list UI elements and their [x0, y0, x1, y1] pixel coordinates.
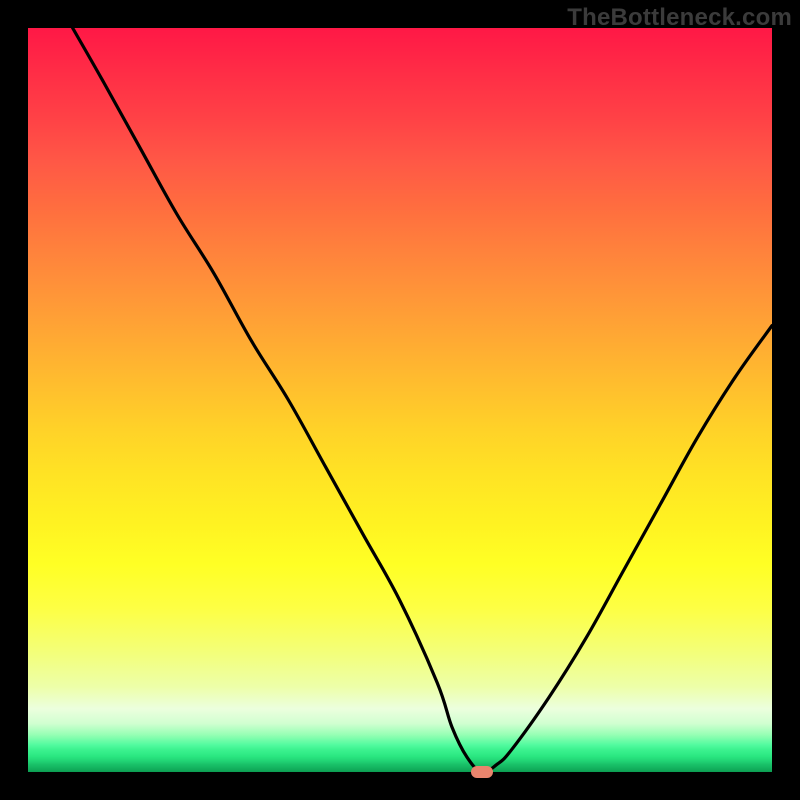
- optimal-point-marker: [471, 766, 493, 778]
- chart-frame: TheBottleneck.com: [0, 0, 800, 800]
- heat-gradient-background: [28, 28, 772, 772]
- plot-area: [28, 28, 772, 772]
